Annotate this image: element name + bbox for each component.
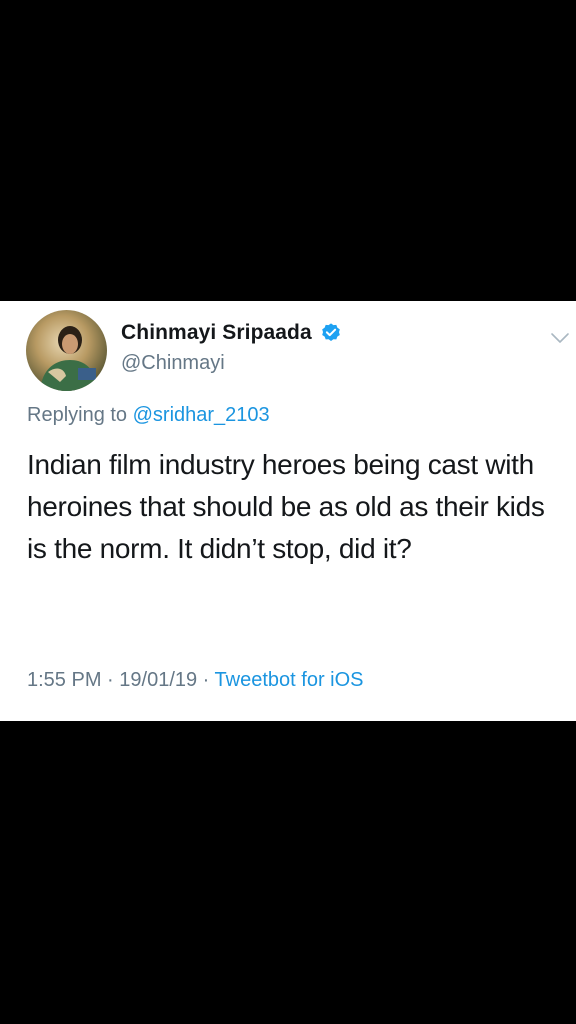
author-handle[interactable]: @Chinmayi [121,352,225,375]
tweet-time: 1:55 PM [27,669,102,691]
tweet-text: Indian film industry heroes being cast w… [27,449,545,564]
tweet-date: 19/01/19 [119,669,198,691]
avatar-photo [40,326,98,391]
author-name-row: Chinmayi Sripaada [121,321,342,345]
replying-to-mention-link[interactable]: @sridhar_2103 [133,404,270,426]
tweet-card[interactable]: Chinmayi Sripaada @Chinmayi Replying to … [0,301,576,721]
chevron-down-icon[interactable] [550,331,570,345]
meta-separator: · [101,669,120,691]
avatar[interactable] [26,310,107,391]
author-display-name[interactable]: Chinmayi Sripaada [121,321,312,345]
verified-badge-icon [321,323,340,341]
tweet-metadata: 1:55 PM · 19/01/19 · Tweetbot for iOS [27,669,364,692]
tweet-source-link[interactable]: Tweetbot for iOS [215,669,364,691]
replying-to-label: Replying to [27,404,133,426]
replying-to-line: Replying to @sridhar_2103 [27,404,270,427]
screenshot-frame: Chinmayi Sripaada @Chinmayi Replying to … [0,0,576,1024]
meta-separator: · [197,669,215,691]
